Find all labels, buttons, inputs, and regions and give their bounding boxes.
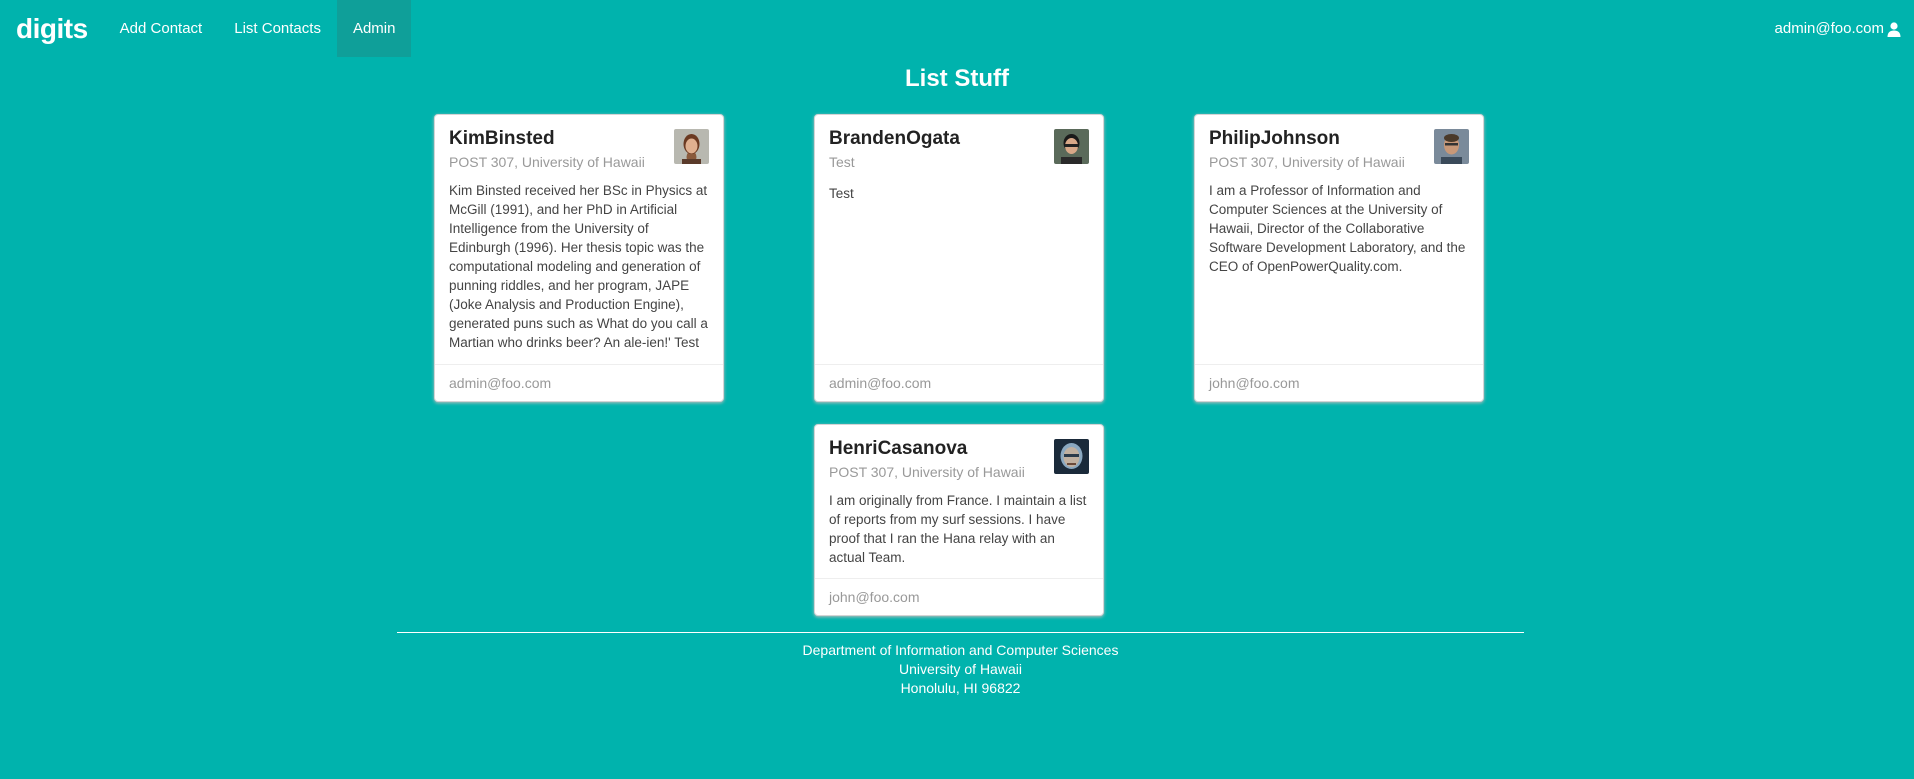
- contact-description: I am a Professor of Information and Comp…: [1209, 183, 1466, 274]
- contact-address: Test: [829, 154, 855, 170]
- card-content: PhilipJohnson POST 307, University of Ha…: [1195, 115, 1483, 286]
- nav-add-contact[interactable]: Add Contact: [104, 0, 219, 57]
- contact-cards: KimBinsted POST 307, University of Hawai…: [0, 100, 1914, 620]
- card-owner: admin@foo.com: [435, 364, 723, 401]
- avatar: [1054, 439, 1089, 474]
- brand-logo[interactable]: digits: [0, 0, 104, 57]
- user-icon: [1887, 21, 1901, 37]
- contact-card: HenriCasanova POST 307, University of Ha…: [814, 424, 1104, 616]
- contact-description: Kim Binsted received her BSc in Physics …: [449, 183, 708, 350]
- top-navbar: digits Add Contact List Contacts Admin a…: [0, 0, 1914, 57]
- footer-university: University of Hawaii: [899, 661, 1022, 677]
- contact-card: BrandenOgata Test Test admin@foo.com: [814, 114, 1104, 402]
- card-owner: john@foo.com: [815, 578, 1103, 615]
- contact-name: HenriCasanova: [829, 438, 968, 459]
- user-email: admin@foo.com: [1774, 20, 1884, 37]
- contact-address: POST 307, University of Hawaii: [449, 154, 645, 170]
- footer: Department of Information and Computer S…: [397, 632, 1524, 698]
- avatar: [674, 129, 709, 164]
- contact-card: PhilipJohnson POST 307, University of Ha…: [1194, 114, 1484, 402]
- contact-card: KimBinsted POST 307, University of Hawai…: [434, 114, 724, 402]
- contact-name: KimBinsted: [449, 128, 555, 149]
- contact-address: POST 307, University of Hawaii: [829, 464, 1025, 480]
- nav-list-contacts[interactable]: List Contacts: [218, 0, 337, 57]
- contact-name: BrandenOgata: [829, 128, 960, 149]
- card-content: BrandenOgata Test Test: [815, 115, 1103, 213]
- nav-admin[interactable]: Admin: [336, 0, 412, 57]
- contact-address: POST 307, University of Hawaii: [1209, 154, 1405, 170]
- contact-description: Test: [829, 186, 854, 201]
- contact-description: I am originally from France. I maintain …: [829, 493, 1087, 565]
- card-content: KimBinsted POST 307, University of Hawai…: [435, 115, 723, 362]
- page-title: List Stuff: [905, 65, 1009, 92]
- card-owner: admin@foo.com: [815, 364, 1103, 401]
- user-menu[interactable]: admin@foo.com: [1775, 0, 1902, 57]
- avatar: [1054, 129, 1089, 164]
- footer-address: Honolulu, HI 96822: [900, 680, 1021, 696]
- card-owner: john@foo.com: [1195, 364, 1483, 401]
- contact-name: PhilipJohnson: [1209, 128, 1340, 149]
- footer-department: Department of Information and Computer S…: [802, 642, 1119, 658]
- avatar: [1434, 129, 1469, 164]
- card-content: HenriCasanova POST 307, University of Ha…: [815, 425, 1103, 577]
